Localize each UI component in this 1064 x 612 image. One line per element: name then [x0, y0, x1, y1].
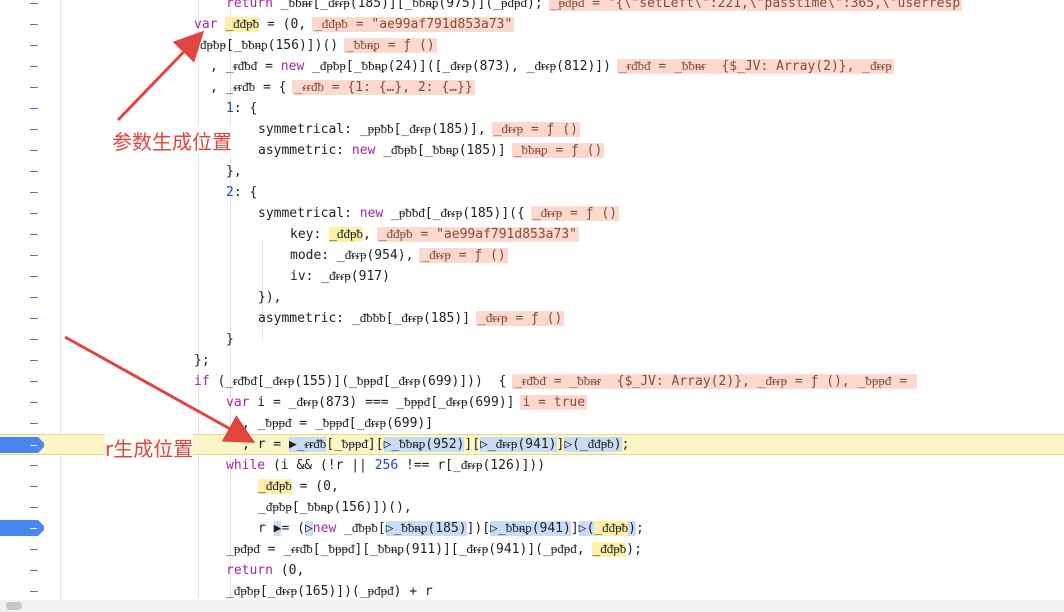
r-generation-label: r生成位置	[105, 433, 194, 462]
param-generation-label: 参数生成位置	[112, 126, 232, 155]
horizontal-scrollbar[interactable]	[0, 600, 1064, 612]
arrow-to-r	[64, 335, 256, 443]
annotation-arrows	[64, 30, 256, 443]
arrow-to-param	[116, 30, 205, 122]
scrollbar-thumb[interactable]	[6, 602, 22, 610]
